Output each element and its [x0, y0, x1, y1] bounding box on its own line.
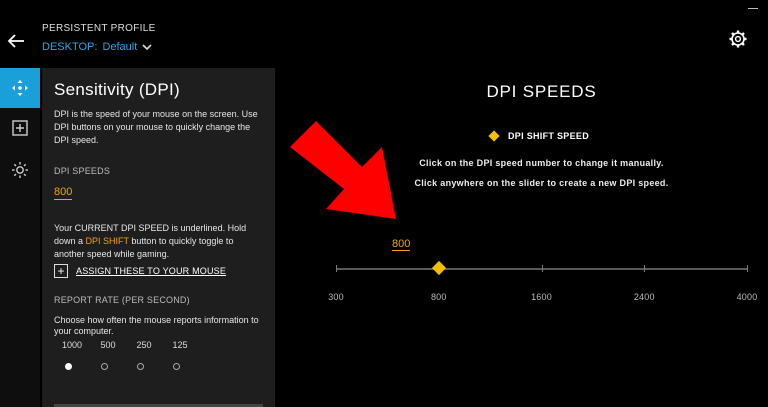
dpi-speeds-label: DPI SPEEDS	[54, 166, 111, 176]
report-rate-description: Choose how often the mouse reports infor…	[54, 315, 259, 336]
dpi-speed-number[interactable]: 800	[392, 238, 411, 251]
profile-dropdown[interactable]: DESKTOP: Default	[42, 41, 152, 53]
dpi-marker-handle[interactable]	[431, 260, 446, 276]
move-icon	[12, 80, 28, 96]
profile-prefix: DESKTOP:	[42, 41, 98, 53]
slider-tick-label: 2400	[633, 292, 655, 302]
panel-title: Sensitivity (DPI)	[54, 80, 181, 99]
rail-lighting-button[interactable]	[0, 150, 40, 190]
slider-tick	[644, 265, 646, 272]
chevron-down-icon	[142, 44, 152, 51]
slider-tick-label: 800	[430, 292, 447, 302]
rate-radio-125[interactable]	[173, 363, 180, 370]
lighting-icon	[12, 162, 28, 178]
assign-label: ASSIGN THESE TO YOUR MOUSE	[76, 266, 227, 276]
rail-assignments-button[interactable]	[0, 108, 40, 148]
diamond-icon	[488, 130, 500, 142]
slider-tick-label: 4000	[736, 292, 758, 302]
panel-dpi-value[interactable]: 800	[54, 186, 73, 200]
report-rate-label: REPORT RATE (PER SECOND)	[54, 295, 190, 305]
rate-label-250: 250	[136, 340, 152, 350]
sensitivity-panel: Sensitivity (DPI) DPI is the speed of yo…	[42, 68, 275, 407]
minimize-button[interactable]	[748, 8, 758, 9]
rate-label-125: 125	[172, 340, 188, 350]
slider-tick-label: 300	[328, 292, 344, 302]
slider-tick-label: 1600	[531, 292, 552, 302]
assign-to-mouse-button[interactable]: + ASSIGN THESE TO YOUR MOUSE	[54, 264, 226, 278]
slider-tick	[336, 265, 337, 272]
current-dpi-note: Your CURRENT DPI SPEED is underlined. Ho…	[54, 223, 247, 259]
rail-sensitivity-button[interactable]	[0, 68, 40, 108]
panel-description: DPI is the speed of your mouse on the sc…	[54, 109, 258, 145]
slider-tick	[747, 265, 748, 272]
rate-radio-1000[interactable]	[65, 363, 72, 370]
rate-label-500: 500	[100, 340, 116, 350]
slider-tick	[541, 265, 543, 272]
back-arrow-icon[interactable]	[5, 30, 27, 52]
dpi-shift-legend: DPI SHIFT SPEED	[488, 130, 590, 142]
dpi-speeds-title: DPI SPEEDS	[486, 82, 597, 101]
rate-radio-250[interactable]	[137, 363, 144, 370]
rate-label-1000: 1000	[61, 340, 83, 350]
gear-icon[interactable]	[728, 29, 748, 49]
add-icon: +	[54, 264, 68, 278]
profile-title: PERSISTENT PROFILE	[42, 23, 156, 34]
dpi-shift-highlight: DPI SHIFT	[85, 236, 129, 246]
rate-radio-500[interactable]	[101, 363, 108, 370]
add-box-icon	[12, 120, 28, 136]
dpi-shift-legend-label: DPI SHIFT SPEED	[508, 131, 590, 141]
left-rail	[0, 68, 40, 407]
profile-value: Default	[102, 41, 138, 53]
red-arrow-annotation-icon	[290, 121, 396, 219]
